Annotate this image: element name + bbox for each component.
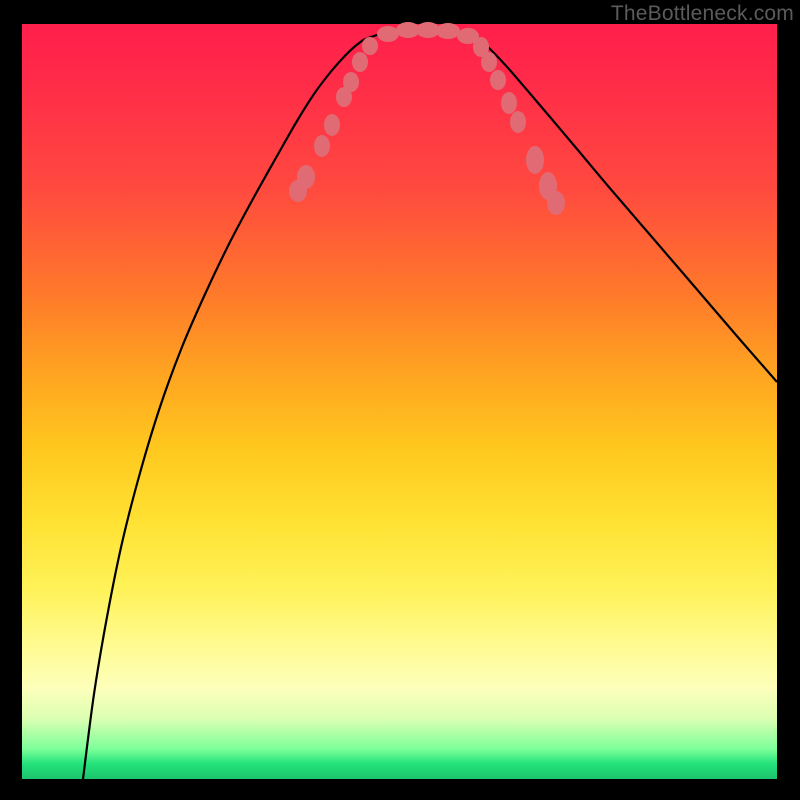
gradient-plot-area: [22, 24, 777, 779]
watermark-text: TheBottleneck.com: [611, 2, 794, 26]
